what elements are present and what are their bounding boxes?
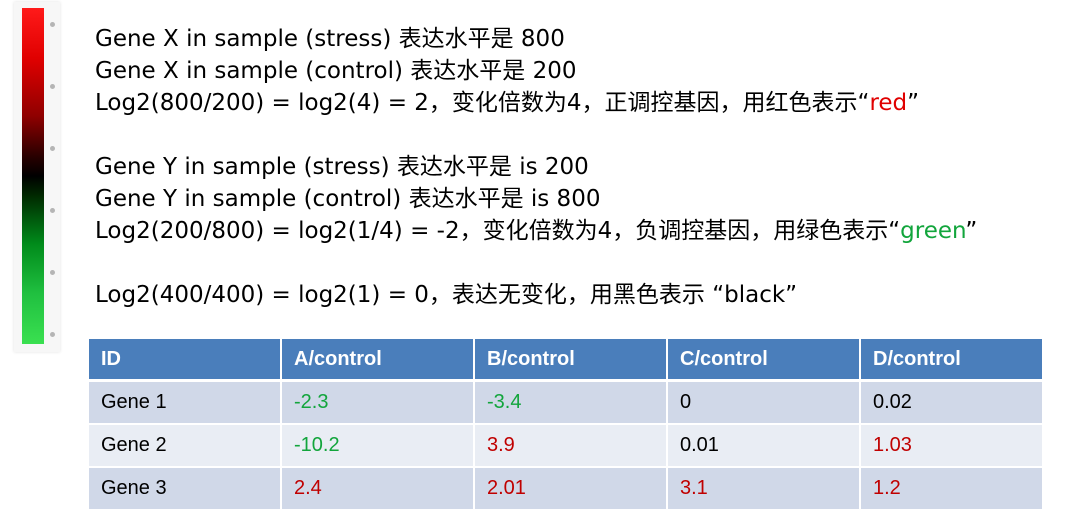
header-a-control: A/control bbox=[282, 339, 475, 382]
row-id: Gene 3 bbox=[89, 468, 282, 511]
color-scale-bar bbox=[22, 8, 44, 344]
table-cell: -10.2 bbox=[282, 425, 475, 468]
slide: Gene X in sample (stress) 表达水平是 800 Gene… bbox=[0, 0, 1065, 517]
gene-x-stress-line: Gene X in sample (stress) 表达水平是 800 bbox=[95, 26, 565, 52]
gene-x-control-line: Gene X in sample (control) 表达水平是 200 bbox=[95, 58, 577, 84]
no-change-line: Log2(400/400) = log2(1) = 0，表达无变化，用黑色表示 … bbox=[95, 282, 798, 308]
header-id: ID bbox=[89, 339, 282, 382]
table-row: Gene 2 -10.2 3.9 0.01 1.03 bbox=[89, 425, 1042, 468]
table-cell: 3.9 bbox=[475, 425, 668, 468]
scale-tick bbox=[50, 84, 55, 89]
gene-x-log-line: Log2(800/200) = log2(4) = 2，变化倍数为4，正调控基因… bbox=[95, 88, 919, 118]
scale-tick bbox=[50, 208, 55, 213]
quote-close: ” bbox=[965, 218, 978, 244]
table-cell: 0.01 bbox=[668, 425, 861, 468]
table-cell: 3.1 bbox=[668, 468, 861, 511]
row-id: Gene 2 bbox=[89, 425, 282, 468]
scale-tick bbox=[50, 22, 55, 27]
table-cell: -3.4 bbox=[475, 382, 668, 425]
row-id: Gene 1 bbox=[89, 382, 282, 425]
table-header-row: ID A/control B/control C/control D/contr… bbox=[89, 339, 1042, 382]
gene-y-log-line: Log2(200/800) = log2(1/4) = -2，变化倍数为4，负调… bbox=[95, 216, 977, 246]
header-b-control: B/control bbox=[475, 339, 668, 382]
gene-y-control-line: Gene Y in sample (control) 表达水平是 is 800 bbox=[95, 186, 601, 212]
table-cell: 0.02 bbox=[861, 382, 1042, 425]
scale-tick bbox=[50, 146, 55, 151]
header-c-control: C/control bbox=[668, 339, 861, 382]
scale-tick bbox=[50, 332, 55, 337]
table-cell: 2.01 bbox=[475, 468, 668, 511]
red-word: red bbox=[869, 90, 908, 116]
header-d-control: D/control bbox=[861, 339, 1042, 382]
scale-tick bbox=[50, 270, 55, 275]
gene-x-log-text: Log2(800/200) = log2(4) = 2，变化倍数为4，正调控基因… bbox=[95, 90, 870, 116]
gene-y-stress-line: Gene Y in sample (stress) 表达水平是 is 200 bbox=[95, 154, 589, 180]
table-cell: 1.03 bbox=[861, 425, 1042, 468]
table-cell: 1.2 bbox=[861, 468, 1042, 511]
table-row: Gene 3 2.4 2.01 3.1 1.2 bbox=[89, 468, 1042, 511]
gene-y-log-text: Log2(200/800) = log2(1/4) = -2，变化倍数为4，负调… bbox=[95, 218, 901, 244]
quote-close: ” bbox=[907, 90, 920, 116]
table-cell: 0 bbox=[668, 382, 861, 425]
table-cell: 2.4 bbox=[282, 468, 475, 511]
green-word: green bbox=[900, 218, 966, 244]
table-row: Gene 1 -2.3 -3.4 0 0.02 bbox=[89, 382, 1042, 425]
fold-change-table: ID A/control B/control C/control D/contr… bbox=[89, 339, 1042, 511]
color-scale-legend bbox=[14, 2, 60, 352]
table-cell: -2.3 bbox=[282, 382, 475, 425]
